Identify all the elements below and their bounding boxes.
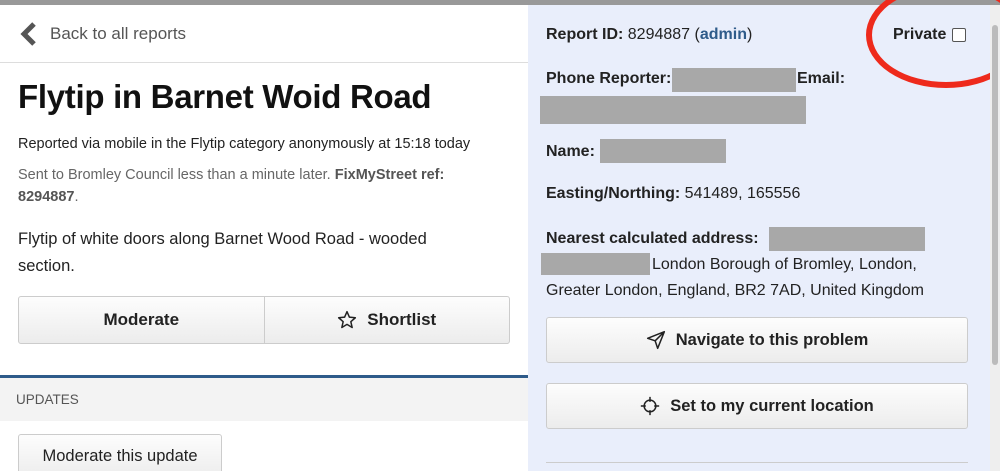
- updates-heading: UPDATES: [0, 378, 528, 421]
- moderate-button[interactable]: Moderate: [19, 297, 264, 343]
- easting-label: Easting/Northing:: [546, 185, 681, 202]
- sent-suffix: .: [74, 189, 79, 205]
- phone-reporter-label: Phone Reporter:: [546, 70, 671, 88]
- chevron-left-icon: [20, 21, 36, 46]
- back-link[interactable]: Back to all reports: [0, 5, 528, 63]
- send-arrow-icon: [646, 330, 665, 350]
- report-meta: Reported via mobile in the Flytip catego…: [18, 136, 471, 152]
- sent-text: Sent to Bromley Council less than a minu…: [18, 167, 335, 183]
- easting-value: 541489, 165556: [684, 185, 801, 202]
- address-line-2: Greater London, England, BR2 7AD, United…: [546, 282, 925, 299]
- set-location-label: Set to my current location: [670, 396, 874, 415]
- report-id-label: Report ID:: [546, 26, 624, 43]
- moderate-label: Moderate: [103, 310, 180, 329]
- sidebar-divider: [546, 462, 968, 463]
- address-label-row: Nearest calculated address:: [546, 230, 759, 248]
- star-icon: [338, 310, 357, 329]
- phone-label: Phone Reporter:: [546, 70, 672, 87]
- admin-paren-close: ): [746, 26, 753, 43]
- admin-link[interactable]: admin: [700, 26, 747, 43]
- scrollbar[interactable]: [990, 5, 1000, 471]
- report-actions: Moderate Shortlist: [18, 296, 510, 344]
- report-description: Flytip of white doors along Barnet Wood …: [18, 230, 427, 275]
- redacted-address-2: [541, 253, 650, 275]
- shortlist-label: Shortlist: [367, 310, 437, 329]
- redacted-email: [540, 96, 806, 124]
- set-location-button[interactable]: Set to my current location: [546, 383, 968, 429]
- crosshair-icon: [641, 396, 660, 416]
- address-label: Nearest calculated address:: [546, 230, 759, 247]
- sent-info: Sent to Bromley Council less than a minu…: [18, 164, 458, 208]
- email-label: Email:: [797, 70, 846, 87]
- back-link-label: Back to all reports: [50, 23, 187, 43]
- email-label-row: Email:: [797, 70, 845, 88]
- report-id-value: 8294887: [627, 26, 691, 43]
- page-title: Flytip in Barnet Woid Road: [18, 78, 432, 115]
- shortlist-button[interactable]: Shortlist: [263, 297, 510, 343]
- redacted-name: [600, 139, 726, 163]
- navigate-button[interactable]: Navigate to this problem: [546, 317, 968, 363]
- name-label: Name:: [546, 143, 595, 160]
- redacted-address-1: [769, 227, 925, 251]
- name-row: Name:: [546, 143, 595, 161]
- navigate-label: Navigate to this problem: [675, 330, 869, 349]
- address-line-1: London Borough of Bromley, London,: [652, 256, 917, 273]
- report-id-row: Report ID: 8294887 (admin): [546, 26, 752, 44]
- moderate-update-button[interactable]: Moderate this update: [18, 434, 222, 471]
- easting-row: Easting/Northing: 541489, 165556: [546, 185, 800, 203]
- redacted-phone: [672, 68, 796, 92]
- scrollbar-thumb[interactable]: [992, 25, 998, 365]
